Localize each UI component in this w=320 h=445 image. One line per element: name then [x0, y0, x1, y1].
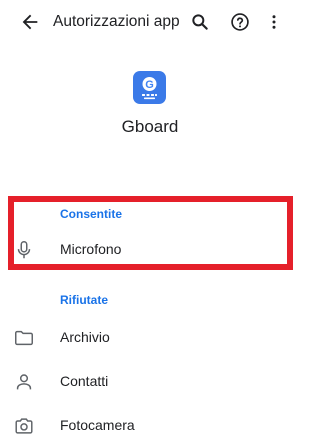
highlight-box: [8, 196, 293, 270]
permission-label: Fotocamera: [60, 417, 135, 433]
more-vert-icon: [272, 15, 276, 29]
top-app-bar: Autorizzazioni app: [0, 0, 300, 44]
folder-icon: [12, 326, 36, 350]
back-arrow-icon: [22, 14, 38, 30]
page-title: Autorizzazioni app: [53, 13, 180, 30]
help-button[interactable]: [224, 6, 256, 38]
permission-item-contacts[interactable]: Contatti: [0, 362, 300, 402]
search-icon: [192, 14, 208, 30]
section-header-denied: Rifiutate: [60, 293, 108, 307]
back-button[interactable]: [14, 6, 46, 38]
more-options-button[interactable]: [258, 6, 290, 38]
permission-item-camera[interactable]: Fotocamera: [0, 406, 300, 445]
svg-text:G: G: [145, 79, 154, 91]
permission-label: Archivio: [60, 329, 110, 345]
search-button[interactable]: [184, 6, 216, 38]
help-icon: [231, 13, 249, 31]
app-permissions-screen: Autorizzazioni app G Gboard Consentite M…: [0, 0, 300, 445]
gboard-app-icon: G: [133, 71, 166, 104]
app-name: Gboard: [121, 117, 179, 136]
permission-label: Contatti: [60, 373, 109, 389]
camera-icon: [12, 414, 36, 438]
person-icon: [12, 370, 36, 394]
permission-item-storage[interactable]: Archivio: [0, 318, 300, 358]
